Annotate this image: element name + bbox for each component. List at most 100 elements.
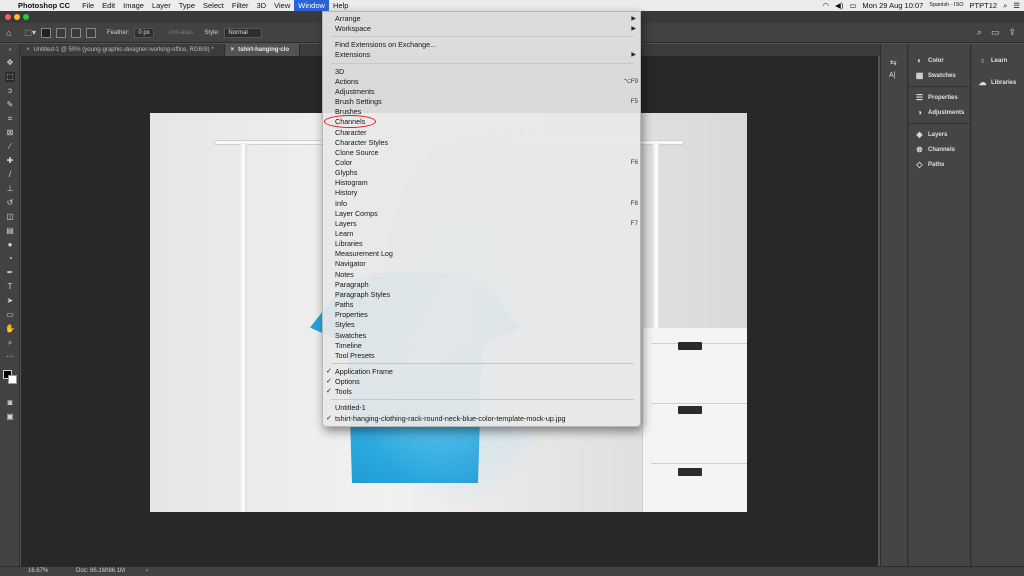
panel-libraries[interactable]: ☁ Libraries [978, 78, 1017, 87]
menu-item-layers[interactable]: Layers F7 [323, 219, 640, 229]
clone-stamp-tool-icon[interactable]: ⊥ [5, 184, 15, 194]
menu-help[interactable]: Help [329, 0, 352, 11]
workspace-icon[interactable]: ▭ [991, 27, 1000, 38]
rectangular-marquee-tool-icon[interactable]: ⬚ [5, 72, 15, 82]
add-selection-icon[interactable] [56, 27, 67, 38]
input-source[interactable]: Spanish - ISO [929, 0, 963, 11]
volume-icon[interactable]: ◀) [835, 0, 843, 11]
menu-item-character-styles[interactable]: Character Styles [323, 138, 640, 148]
panel-properties[interactable]: ☰ Properties [915, 93, 958, 102]
hand-tool-icon[interactable]: ✋ [5, 324, 15, 334]
close-window-icon[interactable] [5, 14, 11, 20]
quick-selection-tool-icon[interactable]: ✎ [5, 100, 15, 110]
doc-tab-tshirt[interactable]: × tshirt-hanging-clo [224, 44, 301, 56]
blur-tool-icon[interactable]: ● [5, 240, 15, 250]
healing-brush-tool-icon[interactable]: ✚ [5, 156, 15, 166]
eyedropper-tool-icon[interactable]: ⁄ [5, 142, 15, 152]
panel-adjustments[interactable]: ◑ Adjustments [915, 108, 964, 117]
anti-alias-checkbox[interactable]: Anti-alias [169, 30, 194, 36]
search-icon[interactable]: ⌕ [1003, 0, 1007, 11]
share-icon[interactable]: ⇪ [1008, 27, 1016, 38]
panel-learn[interactable]: ♁ Learn [978, 56, 1008, 65]
menu-list-icon[interactable]: ☰ [1013, 0, 1020, 11]
subtract-selection-icon[interactable] [71, 27, 82, 38]
pen-tool-icon[interactable]: ✒ [5, 268, 15, 278]
menu-item-learn[interactable]: Learn [323, 229, 640, 239]
more-tools-icon[interactable]: ··· [5, 352, 15, 362]
menu-item-workspace[interactable]: Workspace ▶ [323, 24, 640, 34]
menu-item-color[interactable]: Color F6 [323, 158, 640, 168]
history-brush-tool-icon[interactable]: ↺ [5, 198, 15, 208]
zoom-level[interactable]: 16.67% [28, 568, 48, 574]
doc-tab-untitled[interactable]: × Untitled-1 @ 50% (young-graphic-designe… [20, 44, 225, 56]
menu-item-application-frame[interactable]: ✓ Application Frame [323, 367, 640, 377]
menu-item-properties[interactable]: Properties [323, 310, 640, 320]
menu-item-untitled-1[interactable]: Untitled-1 [323, 403, 640, 413]
menu-item-arrange[interactable]: Arrange ▶ [323, 14, 640, 24]
zoom-window-icon[interactable] [23, 14, 29, 20]
brush-tool-icon[interactable]: / [5, 170, 15, 180]
eraser-tool-icon[interactable]: ◫ [5, 212, 15, 222]
type-tool-icon[interactable]: T [5, 282, 15, 292]
menu-item-brush-settings[interactable]: Brush Settings F5 [323, 97, 640, 107]
menu-item-navigator[interactable]: Navigator [323, 259, 640, 269]
menu-item-notes[interactable]: Notes [323, 270, 640, 280]
style-select[interactable]: Normal [224, 27, 263, 38]
menu-item-libraries[interactable]: Libraries [323, 239, 640, 249]
menu-window[interactable]: Window [294, 0, 329, 11]
menu-item-channels[interactable]: Channels [323, 117, 640, 127]
menu-item-tool-presets[interactable]: Tool Presets [323, 351, 640, 361]
wifi-icon[interactable]: ◠ [823, 0, 830, 11]
menu-item-brushes[interactable]: Brushes [323, 107, 640, 117]
battery-icon[interactable]: ▭ [849, 0, 856, 11]
menu-file[interactable]: File [78, 0, 98, 11]
quick-mask-icon[interactable]: ◙ [5, 398, 15, 408]
menu-item-timeline[interactable]: Timeline [323, 341, 640, 351]
menu-view[interactable]: View [270, 0, 294, 11]
feather-input[interactable]: 0 px [134, 27, 154, 38]
panel-layers[interactable]: ◈ Layers [915, 130, 947, 139]
menu-item-paths[interactable]: Paths [323, 300, 640, 310]
search-icon[interactable]: ⌕ [977, 27, 982, 38]
user-name[interactable]: PTPT12 [970, 0, 998, 11]
close-tab-icon[interactable]: × [231, 47, 235, 53]
intersect-selection-icon[interactable] [86, 27, 97, 38]
move-tool-icon[interactable]: ✥ [5, 58, 15, 68]
panel-paths[interactable]: ◇ Paths [915, 160, 944, 169]
menu-item-measurement-log[interactable]: Measurement Log [323, 249, 640, 259]
menu-item-character[interactable]: Character [323, 128, 640, 138]
app-name[interactable]: Photoshop CC [18, 1, 70, 10]
doc-size[interactable]: Doc: 86.1M/86.1M [76, 568, 125, 574]
menu-item-styles[interactable]: Styles [323, 320, 640, 330]
menu-item-histogram[interactable]: Histogram [323, 178, 640, 188]
character-panel-icon[interactable]: A| [889, 72, 896, 79]
menu-item-info[interactable]: Info F8 [323, 199, 640, 209]
menu-item-find-extensions-on-exchange[interactable]: Find Extensions on Exchange... [323, 40, 640, 50]
home-icon[interactable]: ⌂ [6, 28, 11, 38]
status-expand-icon[interactable]: › [146, 568, 148, 574]
menu-type[interactable]: Type [175, 0, 199, 11]
menu-item-extensions[interactable]: Extensions ▶ [323, 50, 640, 60]
menu-item-swatches[interactable]: Swatches [323, 331, 640, 341]
rectangle-tool-icon[interactable]: ▭ [5, 310, 15, 320]
clock[interactable]: Mon 29 Aug 10:07 [862, 0, 923, 11]
menu-3d[interactable]: 3D [253, 0, 271, 11]
toolbar-collapse-icon[interactable]: » [5, 48, 15, 53]
background-color-swatch[interactable] [8, 375, 17, 384]
zoom-tool-icon[interactable]: ⌕ [5, 338, 15, 348]
menu-filter[interactable]: Filter [228, 0, 253, 11]
menu-item-paragraph[interactable]: Paragraph [323, 280, 640, 290]
gradient-tool-icon[interactable]: ▤ [5, 226, 15, 236]
lasso-tool-icon[interactable]: ↄ [5, 86, 15, 96]
minimize-window-icon[interactable] [14, 14, 20, 20]
menu-item-clone-source[interactable]: Clone Source [323, 148, 640, 158]
marquee-preset-icon[interactable]: ⬚▾ [24, 28, 36, 37]
screen-mode-icon[interactable]: ▣ [5, 412, 15, 422]
menu-layer[interactable]: Layer [148, 0, 175, 11]
close-tab-icon[interactable]: × [26, 47, 30, 53]
panel-channels[interactable]: ⊗ Channels [915, 145, 955, 154]
crop-tool-icon[interactable]: ⌗ [5, 114, 15, 124]
dodge-tool-icon[interactable]: ◔ [5, 254, 15, 264]
menu-item-layer-comps[interactable]: Layer Comps [323, 209, 640, 219]
menu-item-glyphs[interactable]: Glyphs [323, 168, 640, 178]
